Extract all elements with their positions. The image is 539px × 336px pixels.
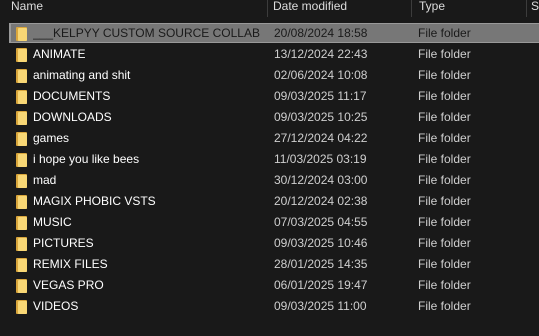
file-type: File folder (418, 26, 471, 40)
file-row[interactable]: DOCUMENTS 09/03/2025 11:17 File folder (0, 86, 539, 107)
file-type: File folder (418, 68, 471, 82)
file-row[interactable]: VIDEOS 09/03/2025 11:00 File folder (0, 296, 539, 317)
file-type: File folder (418, 131, 471, 145)
file-date-modified: 09/03/2025 10:25 (274, 110, 368, 124)
file-row[interactable]: VEGAS PRO 06/01/2025 19:47 File folder (0, 275, 539, 296)
file-type: File folder (418, 257, 471, 271)
file-name[interactable]: VIDEOS (33, 299, 265, 314)
file-date-modified: 30/12/2024 03:00 (274, 173, 368, 187)
file-row[interactable]: mad 30/12/2024 03:00 File folder (0, 170, 539, 191)
file-name[interactable]: ___KELPYY CUSTOM SOURCE COLLAB (33, 26, 265, 41)
file-row[interactable]: animating and shit 02/06/2024 10:08 File f… (0, 65, 539, 86)
folder-icon (16, 69, 27, 83)
column-header-date-modified[interactable]: Date modified (273, 0, 406, 17)
column-divider[interactable] (267, 0, 268, 17)
folder-icon (16, 279, 27, 293)
file-name[interactable]: PICTURES (33, 236, 265, 251)
file-type: File folder (418, 236, 471, 250)
file-row[interactable]: ANIMATE 13/12/2024 22:43 File folder (0, 44, 539, 65)
folder-icon (16, 258, 27, 272)
file-date-modified: 02/06/2024 10:08 (274, 68, 368, 82)
file-type: File folder (418, 173, 471, 187)
file-type: File folder (418, 47, 471, 61)
folder-icon (16, 216, 27, 230)
file-date-modified: 09/03/2025 11:17 (274, 89, 367, 103)
folder-icon (16, 111, 27, 125)
file-date-modified: 06/01/2025 19:47 (274, 278, 368, 292)
column-divider[interactable] (411, 0, 412, 17)
folder-icon (16, 174, 27, 188)
file-name[interactable]: games (33, 131, 265, 146)
file-name[interactable]: MAGIX PHOBIC VSTS (33, 194, 265, 209)
file-date-modified: 27/12/2024 04:22 (274, 131, 368, 145)
file-name[interactable]: ANIMATE (33, 47, 265, 62)
file-row[interactable]: PICTURES 09/03/2025 10:46 File folder (0, 233, 539, 254)
file-row[interactable]: REMIX FILES 28/01/2025 14:35 File folder (0, 254, 539, 275)
file-name[interactable]: VEGAS PRO (33, 278, 265, 293)
file-name[interactable]: animating and shit (33, 68, 265, 83)
file-date-modified: 20/12/2024 02:38 (274, 194, 368, 208)
column-header-type[interactable]: Type (419, 0, 519, 17)
file-row[interactable]: MUSIC 07/03/2025 04:55 File folder (0, 212, 539, 233)
column-header-size[interactable]: S (531, 0, 539, 17)
column-header-name[interactable]: Name (11, 0, 261, 17)
folder-icon (16, 48, 27, 62)
file-type: File folder (418, 89, 471, 103)
file-name[interactable]: i hope you like bees (33, 152, 265, 167)
file-name[interactable]: DOWNLOADS (33, 110, 265, 125)
folder-icon (16, 237, 27, 251)
folder-icon (16, 90, 27, 104)
folder-icon (16, 195, 27, 209)
file-name[interactable]: MUSIC (33, 215, 265, 230)
file-type: File folder (418, 215, 471, 229)
file-type: File folder (418, 194, 471, 208)
file-date-modified: 28/01/2025 14:35 (274, 257, 368, 271)
file-date-modified: 11/03/2025 03:19 (274, 152, 367, 166)
file-date-modified: 20/08/2024 18:58 (274, 26, 368, 40)
file-type: File folder (418, 278, 471, 292)
file-row[interactable]: ___KELPYY CUSTOM SOURCE COLLAB 20/08/2024… (0, 23, 539, 44)
file-type: File folder (418, 110, 471, 124)
column-divider[interactable] (526, 0, 527, 17)
folder-icon (16, 132, 27, 146)
folder-icon (16, 300, 27, 314)
file-date-modified: 13/12/2024 22:43 (274, 47, 368, 61)
file-name[interactable]: DOCUMENTS (33, 89, 265, 104)
file-name[interactable]: mad (33, 173, 265, 188)
file-date-modified: 07/03/2025 04:55 (274, 215, 368, 229)
file-date-modified: 09/03/2025 11:00 (274, 299, 367, 313)
folder-icon (16, 153, 27, 167)
file-row[interactable]: games 27/12/2024 04:22 File folder (0, 128, 539, 149)
file-explorer-list: Name Date modified Type S ___KELPYY CUST… (0, 0, 539, 336)
file-type: File folder (418, 152, 471, 166)
file-row[interactable]: DOWNLOADS 09/03/2025 10:25 File folder (0, 107, 539, 128)
file-list: ___KELPYY CUSTOM SOURCE COLLAB 20/08/2024… (0, 23, 539, 317)
folder-icon (16, 27, 27, 41)
file-row[interactable]: MAGIX PHOBIC VSTS 20/12/2024 02:38 File fo… (0, 191, 539, 212)
column-header-bar: Name Date modified Type S (0, 0, 539, 17)
file-date-modified: 09/03/2025 10:46 (274, 236, 368, 250)
file-name[interactable]: REMIX FILES (33, 257, 265, 272)
file-row[interactable]: i hope you like bees 11/03/2025 03:19 File… (0, 149, 539, 170)
file-type: File folder (418, 299, 471, 313)
